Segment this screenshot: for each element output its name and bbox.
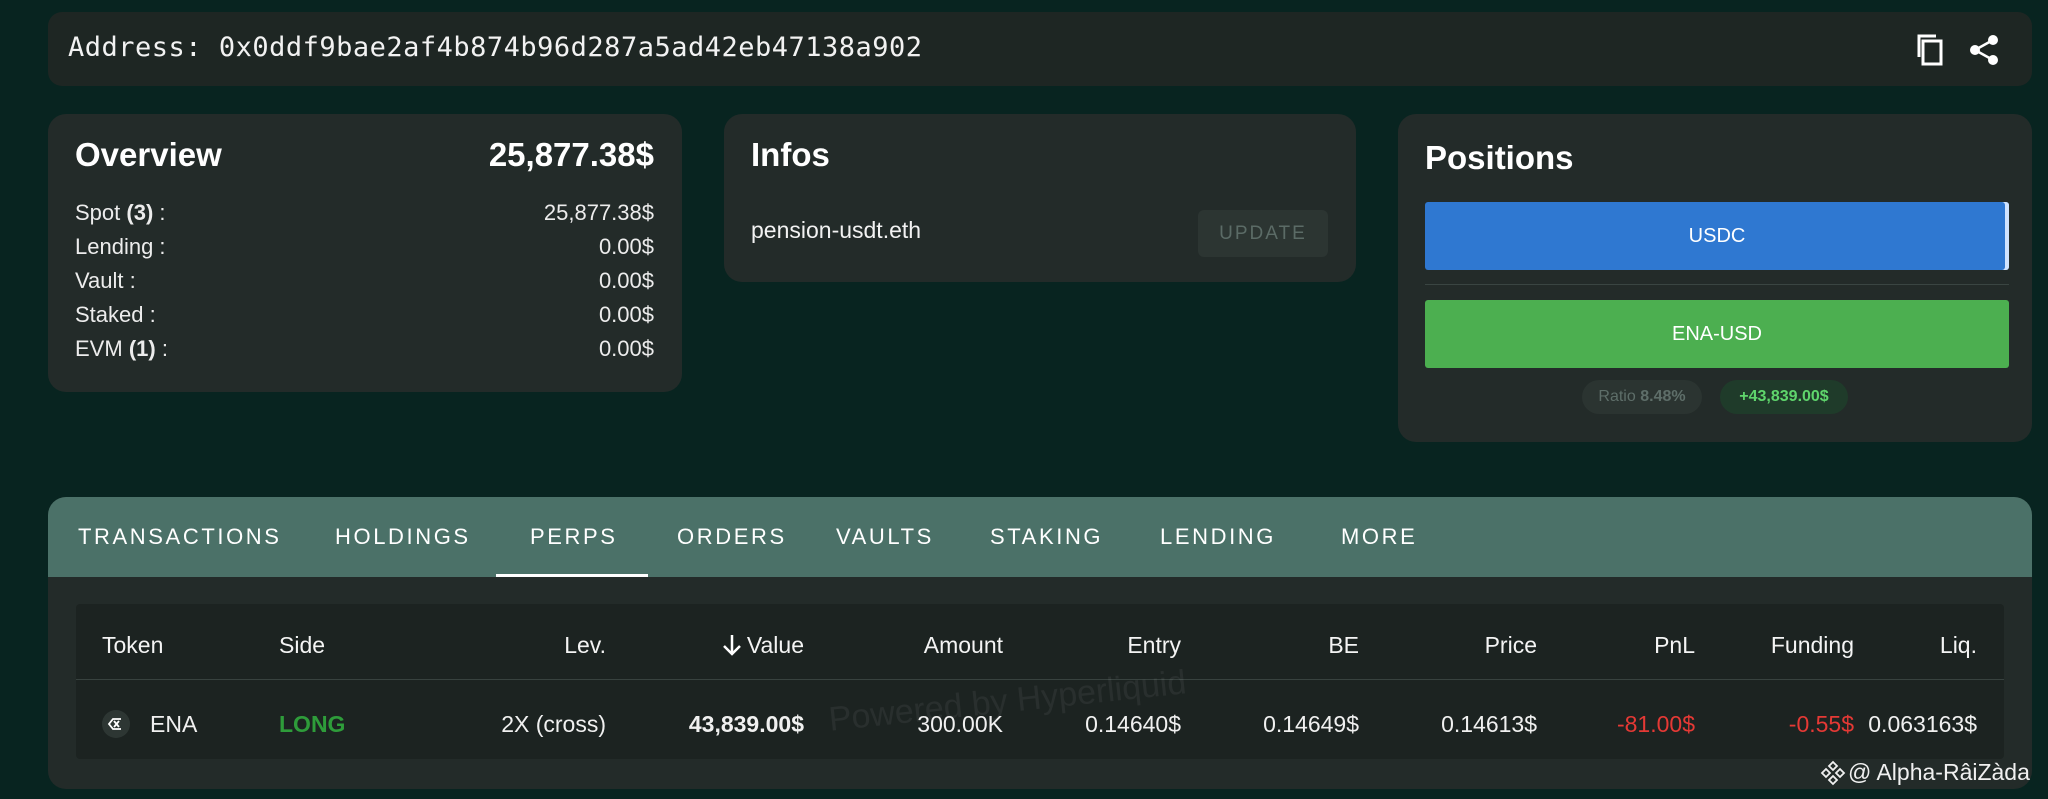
cell-entry: 0.14640$ [1085, 711, 1181, 737]
tabs-strip: TRANSACTIONS HOLDINGS PERPS ORDERS VAULT… [48, 497, 2032, 577]
col-be[interactable]: BE [1328, 632, 1359, 659]
tab-orders[interactable]: ORDERS [677, 497, 787, 577]
overview-row-staked: Staked : 0.00$ [75, 302, 654, 327]
cell-funding: -0.55$ [1788, 711, 1854, 737]
tab-perps[interactable]: PERPS [530, 497, 618, 577]
copy-icon[interactable] [1910, 30, 1950, 70]
positions-title: Positions [1425, 139, 1574, 176]
overview-total: 25,877.38$ [488, 136, 654, 173]
update-button[interactable]: UPDATE [1198, 210, 1328, 257]
active-tab-indicator [496, 574, 648, 577]
cell-value: 43,839.00$ [688, 711, 804, 737]
col-amount[interactable]: Amount [924, 632, 1003, 659]
cell-pnl: -81.00$ [1616, 711, 1695, 737]
cell-token[interactable]: ENA [150, 711, 197, 738]
cell-lev: 2X (cross) [501, 711, 606, 737]
sort-desc-icon [722, 635, 741, 656]
tab-lending[interactable]: LENDING [1160, 497, 1276, 577]
address-text: Address: 0x0ddf9bae2af4b874b96d287a5ad42… [68, 32, 923, 63]
tab-staking[interactable]: STAKING [990, 497, 1103, 577]
address-bar: Address: 0x0ddf9bae2af4b874b96d287a5ad42… [48, 12, 2032, 86]
pnl-chip: +43,839.00$ [1720, 380, 1848, 414]
col-entry[interactable]: Entry [1127, 632, 1181, 659]
binance-logo-icon [1820, 760, 1846, 786]
ratio-chip: Ratio 8.48% [1582, 380, 1702, 414]
cell-price: 0.14613$ [1441, 711, 1537, 737]
overview-row-lending: Lending : 0.00$ [75, 234, 654, 259]
address-label: Address: [68, 32, 203, 63]
tab-vaults[interactable]: VAULTS [836, 497, 934, 577]
overview-title: Overview [75, 136, 222, 173]
tabs-panel: TRANSACTIONS HOLDINGS PERPS ORDERS VAULT… [48, 497, 2032, 789]
address-value[interactable]: 0x0ddf9bae2af4b874b96d287a5ad42eb47138a9… [219, 32, 923, 63]
cell-be: 0.14649$ [1263, 711, 1359, 737]
tab-more[interactable]: MORE [1341, 497, 1417, 577]
cell-side: LONG [279, 711, 346, 737]
col-liq[interactable]: Liq. [1940, 632, 1977, 659]
col-price[interactable]: Price [1485, 632, 1537, 659]
overview-row-spot: Spot (3) : 25,877.38$ [75, 200, 654, 225]
position-bar-usdc[interactable]: USDC [1425, 202, 2009, 270]
ens-name: pension-usdt.eth [751, 217, 922, 243]
tab-transactions[interactable]: TRANSACTIONS [78, 497, 282, 577]
positions-divider [1425, 284, 2009, 285]
overview-row-evm: EVM (1) : 0.00$ [75, 336, 654, 361]
col-funding[interactable]: Funding [1771, 632, 1854, 659]
col-lev[interactable]: Lev. [564, 632, 606, 659]
credit-text: @ Alpha-RâiZàda [1848, 759, 2030, 785]
cell-liq: 0.063163$ [1868, 711, 1977, 737]
overview-row-vault: Vault : 0.00$ [75, 268, 654, 293]
tab-holdings[interactable]: HOLDINGS [335, 497, 471, 577]
position-bar-ena-usd[interactable]: ENA-USD [1425, 300, 2009, 368]
col-value[interactable]: Value [721, 632, 804, 659]
overview-card: Overview 25,877.38$ Spot (3) : 25,877.38… [48, 114, 682, 392]
col-side[interactable]: Side [279, 632, 325, 659]
share-icon[interactable] [1964, 30, 2004, 70]
col-token[interactable]: Token [102, 632, 163, 659]
infos-card: Infos pension-usdt.eth UPDATE [724, 114, 1356, 282]
ena-token-icon [102, 710, 130, 738]
infos-title: Infos [751, 136, 830, 173]
positions-card: Positions USDC ENA-USD Ratio 8.48% +43,8… [1398, 114, 2032, 442]
col-pnl[interactable]: PnL [1654, 632, 1695, 659]
